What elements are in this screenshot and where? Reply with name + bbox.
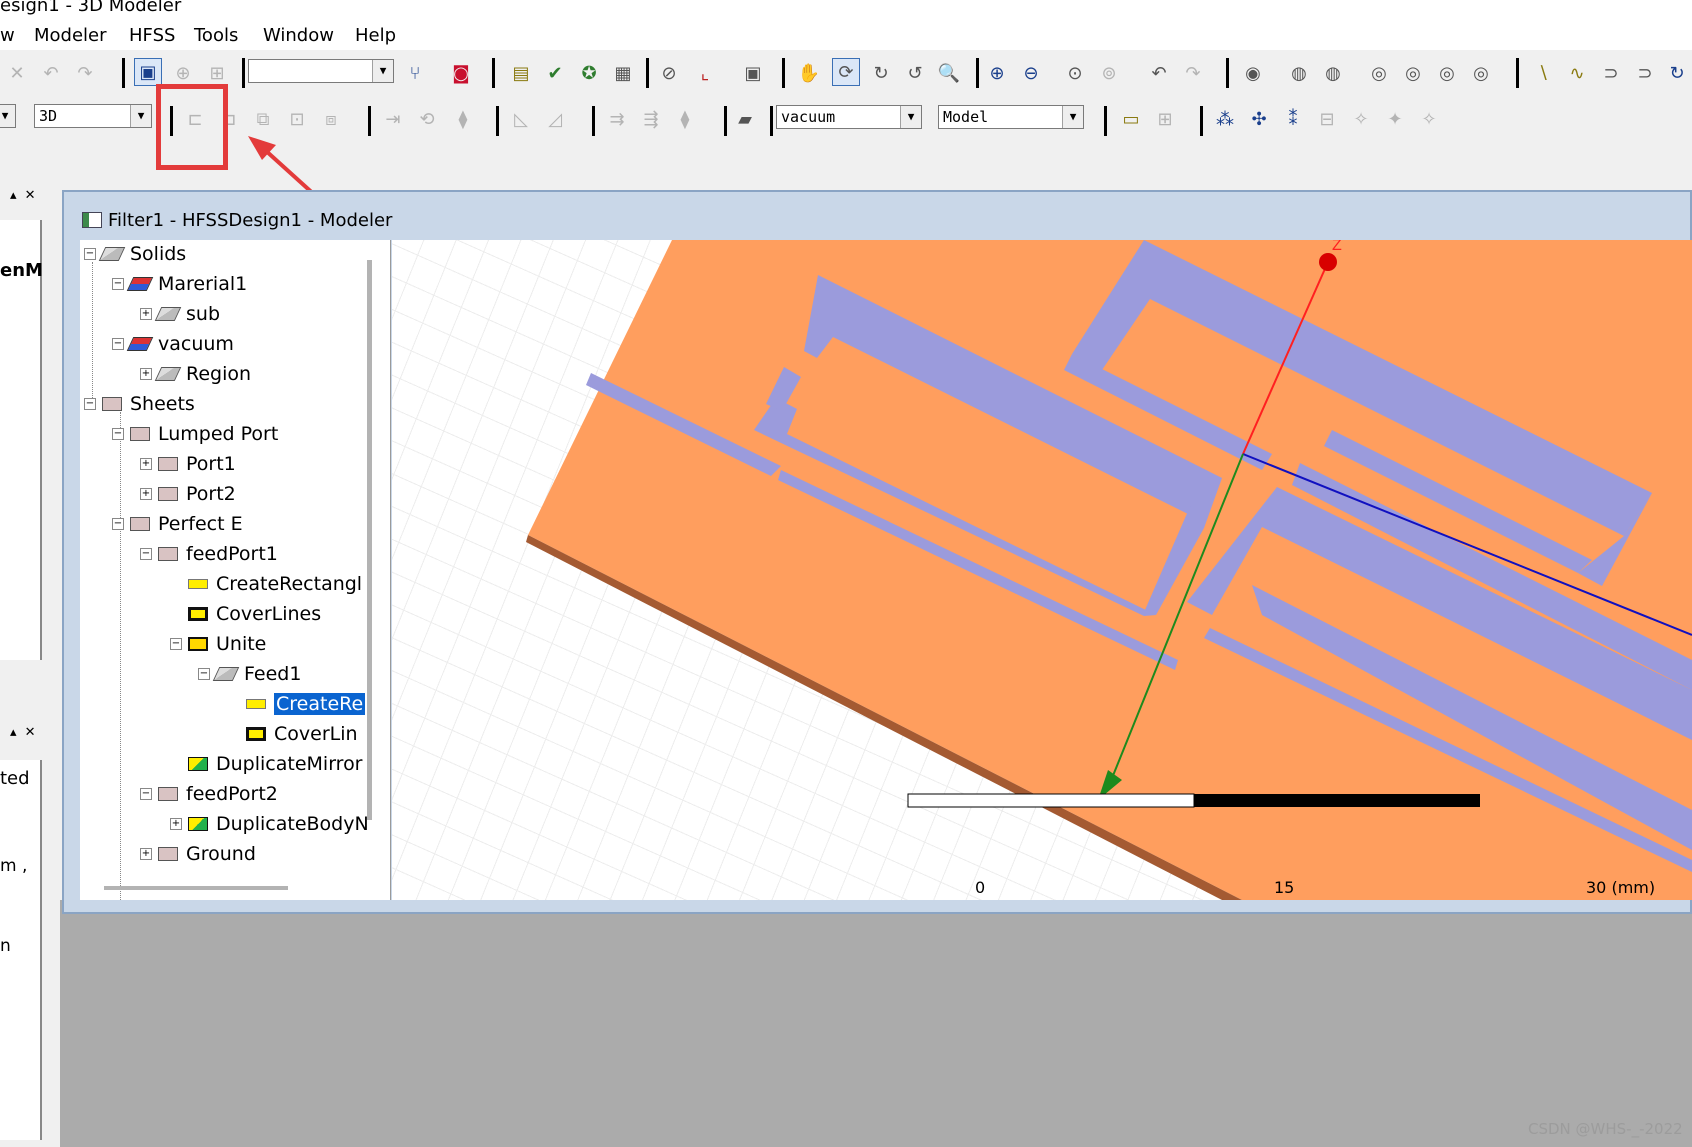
sheets-icon xyxy=(102,397,122,411)
tree-horizontal-scrollbar[interactable] xyxy=(104,886,288,890)
tree-node-material1[interactable]: − Marerial1 xyxy=(112,270,247,298)
tree-node-perfect-e[interactable]: − Perfect E xyxy=(112,510,243,538)
dock-partial-label: enM xyxy=(0,260,43,281)
z-axis-label: Z xyxy=(1332,240,1342,254)
solid-icon xyxy=(154,307,182,321)
create-rectangle-icon xyxy=(188,579,208,589)
z-axis-handle xyxy=(1319,253,1337,271)
solids-icon xyxy=(98,247,126,261)
tree-node-feed1[interactable]: − Feed1 xyxy=(198,660,301,688)
dock-partial-label: ted xyxy=(0,768,30,789)
tree-node-createrectangle[interactable]: CreateRectangl xyxy=(188,570,362,598)
unite-icon xyxy=(188,637,208,651)
material-icon xyxy=(126,277,154,291)
sheet-icon xyxy=(158,487,178,501)
tree-node-feedport1[interactable]: − feedPort1 xyxy=(140,540,278,568)
material-icon xyxy=(126,337,154,351)
scale-label-15: 15 xyxy=(1274,878,1295,897)
project-manager-dock: ▴ ✕ enM xyxy=(0,188,44,668)
dock-partial-label: m , xyxy=(0,856,28,876)
tree-node-vacuum[interactable]: − vacuum xyxy=(112,330,234,358)
tree-node-feedport2[interactable]: − feedPort2 xyxy=(140,780,278,808)
dock-panel xyxy=(0,220,42,660)
watermark: CSDN @WHS-_-2022 xyxy=(1528,1120,1683,1138)
tree-node-sub[interactable]: + sub xyxy=(140,300,220,328)
scale-label-0: 0 xyxy=(975,878,986,897)
dock-controls[interactable]: ▴ ✕ xyxy=(10,188,38,203)
tree-node-port2[interactable]: + Port2 xyxy=(140,480,236,508)
tree-node-solids[interactable]: − Solids xyxy=(84,240,186,268)
scale-bar-black xyxy=(1194,794,1480,807)
modeler-window-icon xyxy=(82,212,102,228)
solid-icon xyxy=(212,667,240,681)
model-tree: − Solids − Marerial1 + sub − vacuum + Re… xyxy=(80,240,391,900)
3d-viewport[interactable]: Z xyxy=(392,240,1692,900)
dock-partial-label: n xyxy=(0,936,11,956)
tree-node-duplicatebody[interactable]: + DuplicateBodyN xyxy=(170,810,369,838)
create-rectangle-icon xyxy=(246,699,266,709)
mdi-background xyxy=(60,900,1692,1147)
tree-guide xyxy=(120,412,121,900)
cover-lines-icon xyxy=(188,607,208,621)
duplicate-body-icon xyxy=(188,817,208,831)
tree-vertical-scrollbar[interactable] xyxy=(367,260,372,820)
sheet-icon xyxy=(158,847,178,861)
tree-node-createrectangle-selected[interactable]: CreateRe xyxy=(246,690,366,718)
tree-node-coverlines[interactable]: CoverLines xyxy=(188,600,321,628)
tree-node-coverlines-2[interactable]: CoverLin xyxy=(246,720,358,748)
solid-icon xyxy=(154,367,182,381)
scale-bar-white xyxy=(907,793,1195,808)
sheet-icon xyxy=(130,517,150,531)
sheet-icon xyxy=(130,427,150,441)
sheet-icon xyxy=(158,787,178,801)
scale-label-30: 30 (mm) xyxy=(1586,878,1656,897)
model-render: Z xyxy=(526,240,1692,900)
tree-node-lumped-port[interactable]: − Lumped Port xyxy=(112,420,278,448)
properties-dock: ▴ ✕ ted m , n xyxy=(0,720,44,1147)
tree-node-unite[interactable]: − Unite xyxy=(170,630,266,658)
tree-node-sheets[interactable]: − Sheets xyxy=(84,390,195,418)
tree-guide xyxy=(92,262,93,402)
duplicate-mirror-icon xyxy=(188,757,208,771)
tree-node-region[interactable]: + Region xyxy=(140,360,251,388)
sheet-icon xyxy=(158,547,178,561)
dock-controls[interactable]: ▴ ✕ xyxy=(10,725,38,740)
tree-node-duplicatemirror[interactable]: DuplicateMirror xyxy=(188,750,363,778)
tree-node-port1[interactable]: + Port1 xyxy=(140,450,236,478)
cover-lines-icon xyxy=(246,727,266,741)
modeler-window-title: Filter1 - HFSSDesign1 - Modeler xyxy=(108,210,393,231)
sheet-icon xyxy=(158,457,178,471)
tree-node-ground[interactable]: + Ground xyxy=(140,840,256,868)
